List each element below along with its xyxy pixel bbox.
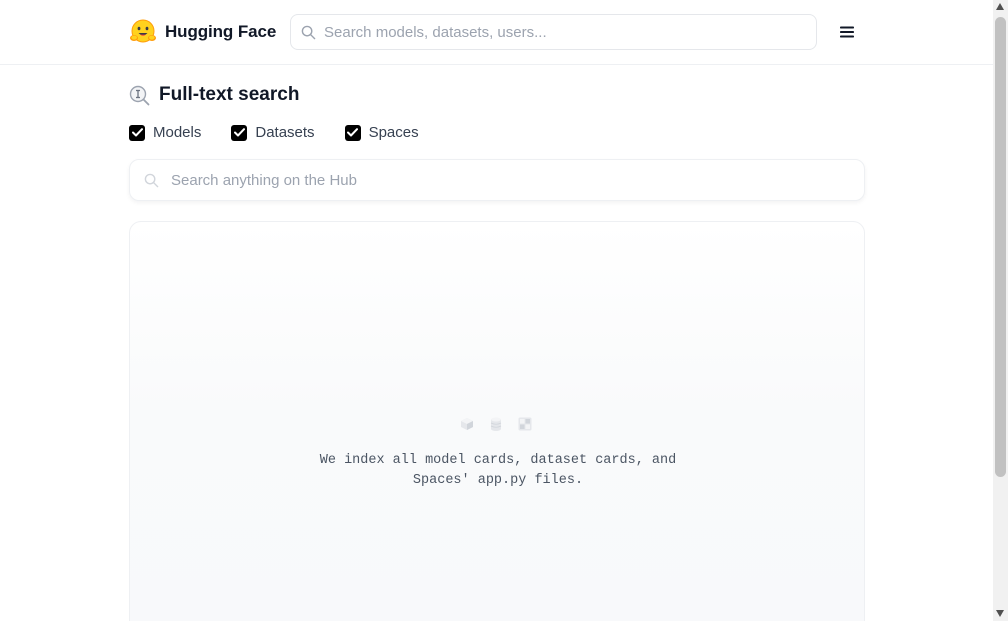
spaces-label: Spaces xyxy=(368,124,419,141)
checkmark-icon xyxy=(233,128,245,137)
search-icon xyxy=(301,25,316,39)
brand-name: Hugging Face xyxy=(165,22,277,41)
full-text-search-icon xyxy=(129,85,150,105)
space-grid-icon xyxy=(518,417,532,431)
page-title: Full-text search xyxy=(159,84,300,105)
hub-search-input[interactable] xyxy=(171,171,851,189)
spaces-checkbox[interactable] xyxy=(344,124,361,141)
empty-state-icons xyxy=(460,417,532,431)
page-heading: Full-text search xyxy=(129,84,299,106)
search-filters: Models Datasets Spaces xyxy=(129,124,449,141)
empty-state-message: We index all model cards, dataset cards,… xyxy=(130,451,866,491)
search-icon xyxy=(144,173,159,187)
scroll-down-arrow-icon[interactable] xyxy=(996,610,1004,617)
main-menu-button[interactable] xyxy=(836,22,858,42)
hub-search-box[interactable] xyxy=(129,159,865,201)
brand-logo-link[interactable]: Hugging Face xyxy=(129,18,276,46)
datasets-checkbox[interactable] xyxy=(231,124,248,141)
results-panel: We index all model cards, dataset cards,… xyxy=(129,221,865,621)
filter-spaces[interactable]: Spaces xyxy=(344,124,419,141)
global-search-box[interactable] xyxy=(290,14,817,50)
top-navigation-bar: Hugging Face xyxy=(0,0,993,65)
filter-datasets[interactable]: Datasets xyxy=(231,124,315,141)
page-scrollbar[interactable] xyxy=(993,0,1008,621)
global-search-input[interactable] xyxy=(324,23,804,41)
checkmark-icon xyxy=(131,128,143,137)
empty-state-line-2: Spaces' app.py files. xyxy=(412,473,584,488)
scroll-thumb[interactable] xyxy=(995,17,1006,477)
checkmark-icon xyxy=(347,128,359,137)
hamburger-menu-icon xyxy=(840,26,854,38)
scroll-up-arrow-icon[interactable] xyxy=(996,3,1004,10)
empty-state-line-1: We index all model cards, dataset cards,… xyxy=(319,453,677,468)
hugging-face-emoji-icon xyxy=(130,19,156,43)
filter-models[interactable]: Models xyxy=(129,124,201,141)
models-checkbox[interactable] xyxy=(129,124,145,141)
dataset-cylinder-icon xyxy=(490,417,502,431)
model-cube-icon xyxy=(461,418,473,430)
models-label: Models xyxy=(153,124,202,141)
datasets-label: Datasets xyxy=(255,124,315,141)
